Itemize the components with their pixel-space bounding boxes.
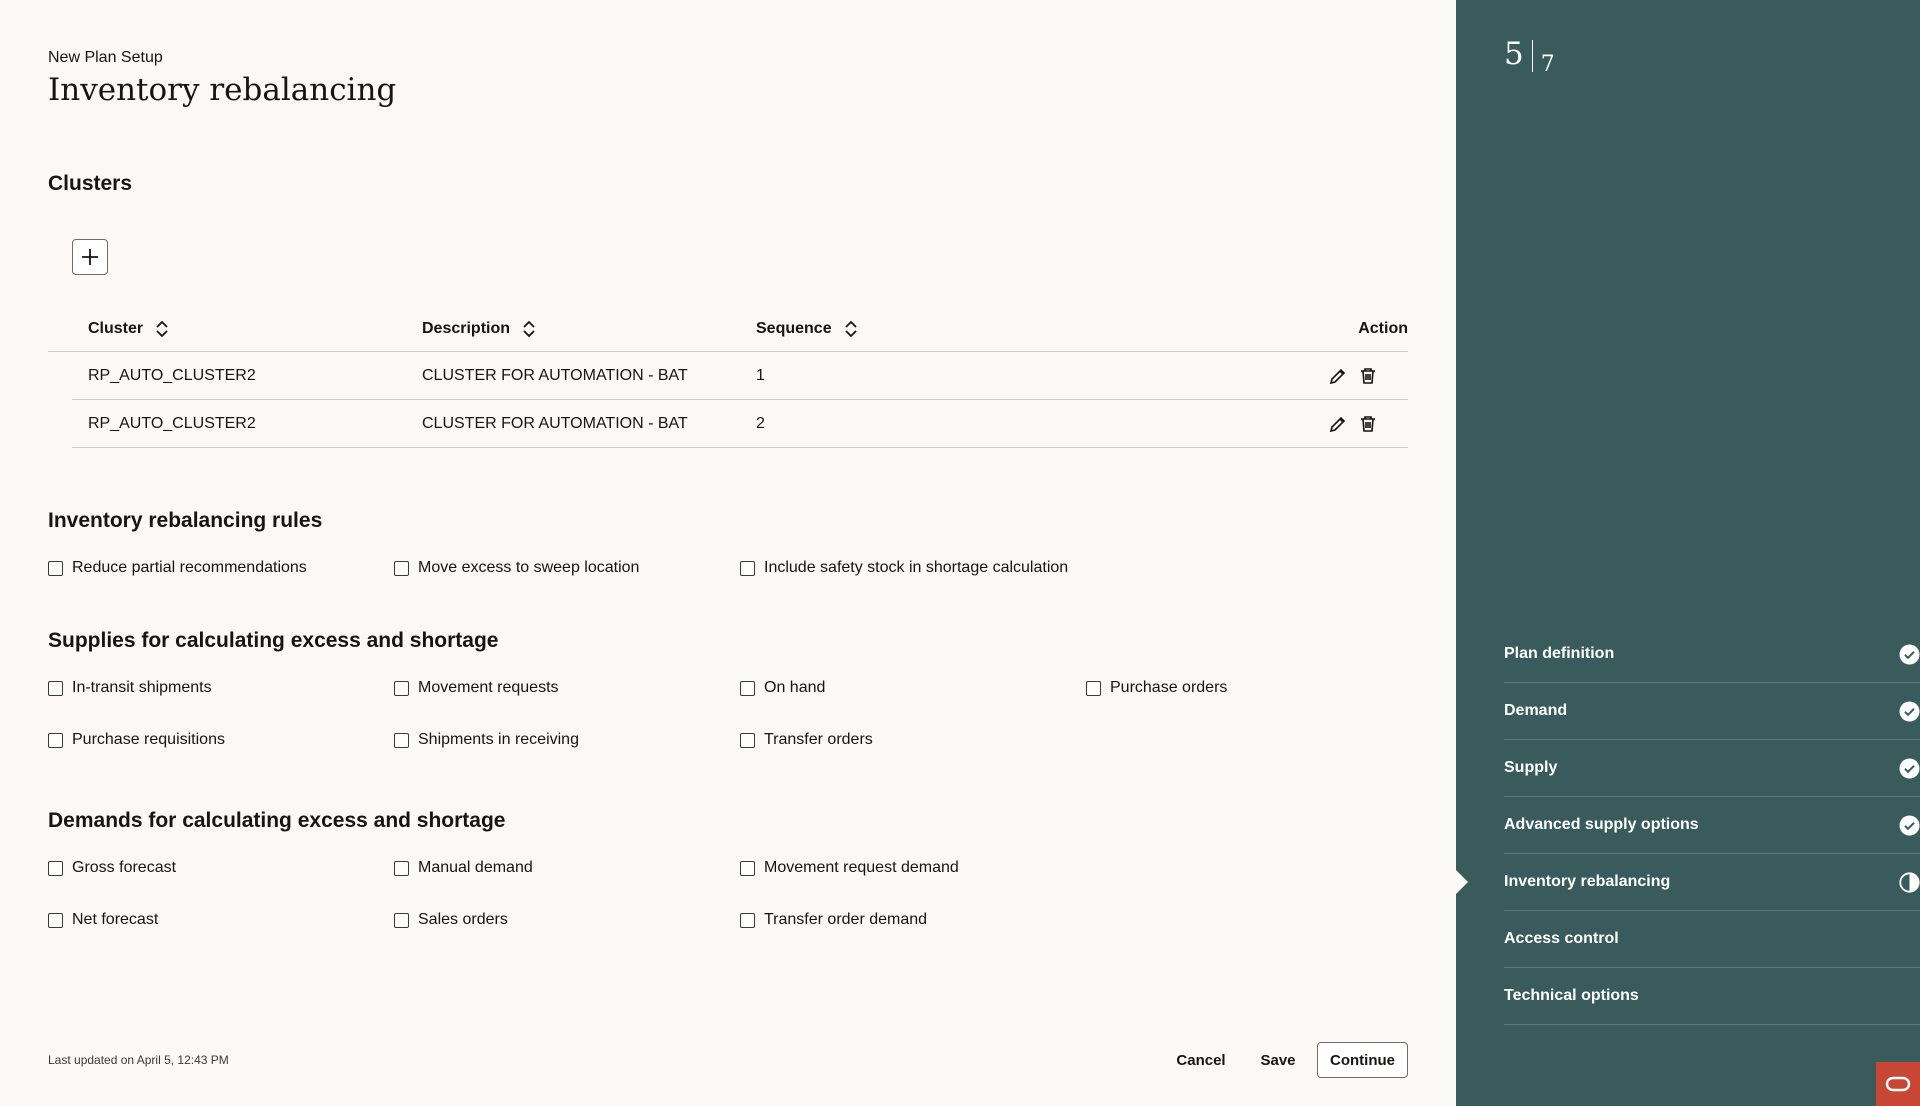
checkbox-box[interactable] [1086,680,1101,696]
step-demand[interactable]: Demand [1504,683,1920,740]
oracle-logo-icon [1885,1076,1911,1092]
step-advanced-supply-options[interactable]: Advanced supply options [1504,797,1920,854]
step-access-control[interactable]: Access control [1504,911,1920,968]
brand-badge[interactable] [1876,1062,1920,1106]
cell-cluster: RP_AUTO_CLUSTER2 [88,415,256,432]
step-plan-definition[interactable]: Plan definition [1504,626,1920,683]
delete-icon[interactable] [1358,414,1378,434]
table-row: RP_AUTO_CLUSTER2 CLUSTER FOR AUTOMATION … [72,352,1408,400]
sort-icon[interactable] [155,320,169,338]
checkbox-manual-demand[interactable]: Manual demand [394,859,533,877]
checkbox-box[interactable] [394,732,409,748]
save-button[interactable]: Save [1256,1042,1300,1078]
current-step-number: 5 [1504,36,1524,72]
column-header-description[interactable]: Description [422,320,536,338]
checkbox-purchase-requisitions[interactable]: Purchase requisitions [48,731,225,749]
page-eyebrow: New Plan Setup [48,49,163,66]
rules-title: Inventory rebalancing rules [48,509,323,532]
column-header-action: Action [1358,320,1408,337]
add-cluster-button[interactable] [72,239,108,275]
checkbox-purchase-orders[interactable]: Purchase orders [1086,679,1227,697]
column-header-cluster[interactable]: Cluster [88,320,169,338]
checkbox-gross-forecast[interactable]: Gross forecast [48,859,176,877]
checkbox-transfer-orders[interactable]: Transfer orders [740,731,873,749]
cell-description: CLUSTER FOR AUTOMATION - BAT [422,415,688,432]
checkbox-move-excess[interactable]: Move excess to sweep location [394,559,639,577]
clusters-title: Clusters [48,172,133,195]
steps-list: Plan definition Demand Supply Advanced s… [1456,626,1920,1025]
current-step-pointer [1456,870,1468,894]
step-counter: 5 7 [1504,36,1555,76]
sort-icon[interactable] [844,320,858,338]
table-row: RP_AUTO_CLUSTER2 CLUSTER FOR AUTOMATION … [72,400,1408,448]
checkbox-on-hand[interactable]: On hand [740,679,825,697]
checkbox-sales-orders[interactable]: Sales orders [394,911,508,929]
last-updated-text: Last updated on April 5, 12:43 PM [48,1053,229,1067]
delete-icon[interactable] [1358,366,1378,386]
table-header: Cluster Description Sequence Action [48,310,1408,352]
column-header-sequence[interactable]: Sequence [756,320,858,338]
cell-sequence: 1 [756,367,765,384]
edit-icon[interactable] [1328,366,1348,386]
continue-button[interactable]: Continue [1317,1042,1408,1078]
cell-description: CLUSTER FOR AUTOMATION - BAT [422,367,688,384]
checkbox-box[interactable] [740,860,755,876]
check-circle-icon [1899,701,1920,722]
check-circle-icon [1899,644,1920,665]
check-circle-icon [1899,815,1920,836]
checkbox-box[interactable] [394,680,409,696]
checkbox-box[interactable] [394,860,409,876]
step-inventory-rebalancing[interactable]: Inventory rebalancing [1456,854,1920,911]
checkbox-box[interactable] [48,560,63,576]
cell-cluster: RP_AUTO_CLUSTER2 [88,367,256,384]
checkbox-box[interactable] [48,912,63,928]
step-supply[interactable]: Supply [1504,740,1920,797]
check-circle-icon [1899,758,1920,779]
checkbox-movement-requests[interactable]: Movement requests [394,679,559,697]
checkbox-box[interactable] [48,680,63,696]
checkbox-in-transit-shipments[interactable]: In-transit shipments [48,679,212,697]
checkbox-movement-request-demand[interactable]: Movement request demand [740,859,959,877]
main-content: New Plan Setup Inventory rebalancing Clu… [0,0,1456,1106]
checkbox-box[interactable] [740,912,755,928]
checkbox-include-safety-stock[interactable]: Include safety stock in shortage calcula… [740,559,1068,577]
checkbox-box[interactable] [48,860,63,876]
demands-title: Demands for calculating excess and short… [48,809,506,832]
checkbox-shipments-in-receiving[interactable]: Shipments in receiving [394,731,579,749]
sort-icon[interactable] [522,320,536,338]
checkbox-box[interactable] [394,560,409,576]
clusters-table: Cluster Description Sequence Action RP_A… [48,310,1408,448]
checkbox-transfer-order-demand[interactable]: Transfer order demand [740,911,927,929]
edit-icon[interactable] [1328,414,1348,434]
checkbox-box[interactable] [394,912,409,928]
cell-sequence: 2 [756,415,765,432]
checkbox-box[interactable] [740,732,755,748]
total-steps-number: 7 [1540,52,1555,77]
progress-sidebar: 5 7 Plan definition Demand Supply Advanc… [1456,0,1920,1106]
half-circle-icon [1899,872,1920,893]
page-title: Inventory rebalancing [48,72,397,108]
checkbox-box[interactable] [740,560,755,576]
cancel-button[interactable]: Cancel [1166,1042,1236,1078]
plus-icon [82,249,98,265]
checkbox-box[interactable] [740,680,755,696]
step-technical-options[interactable]: Technical options [1504,968,1920,1025]
step-divider [1531,40,1533,72]
supplies-title: Supplies for calculating excess and shor… [48,629,499,652]
checkbox-box[interactable] [48,732,63,748]
checkbox-net-forecast[interactable]: Net forecast [48,911,158,929]
checkbox-reduce-partial[interactable]: Reduce partial recommendations [48,559,307,577]
